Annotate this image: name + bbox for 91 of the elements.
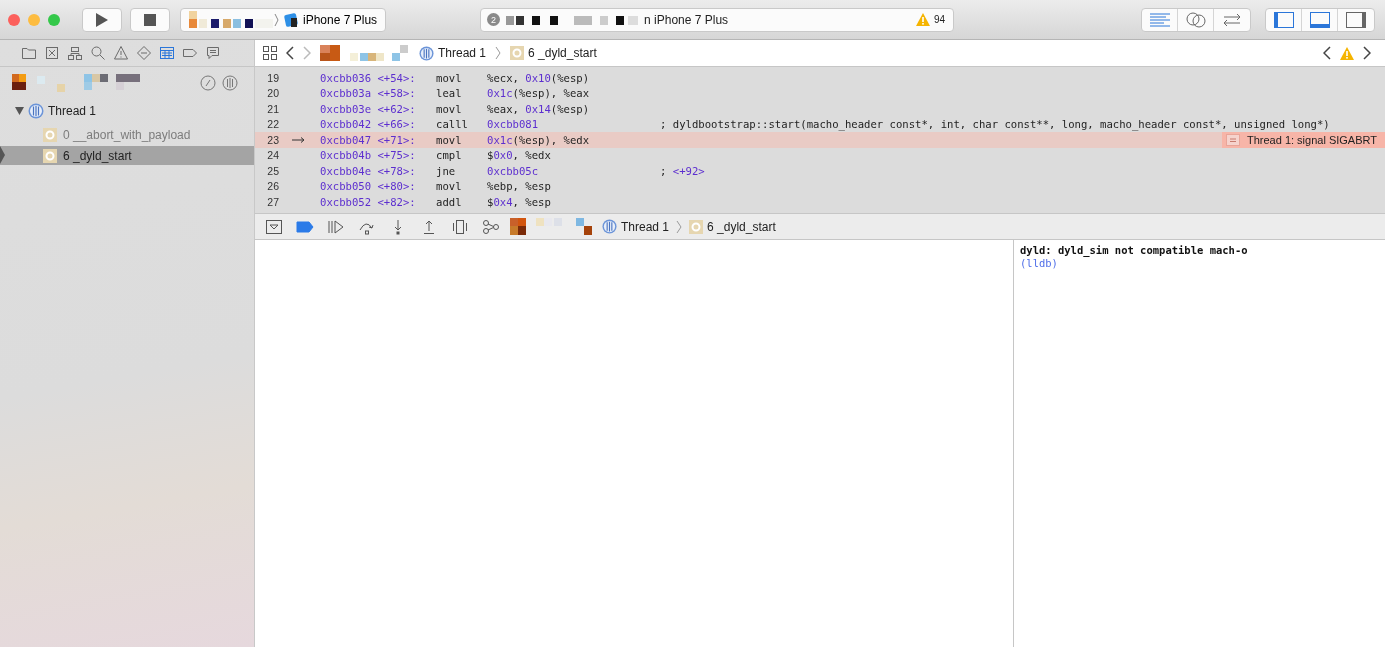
search-navigator-tab[interactable] (89, 44, 107, 62)
line-number: 26 (266, 180, 279, 193)
mnemonic-text: movl (436, 180, 463, 193)
search-icon (90, 45, 106, 61)
address-text: 0xcbb047 <+71>: (320, 133, 417, 146)
comment-text: ; dyldbootstrap::start(macho_header const*, int, char const**, long, macho_header const*, unsigned long*) (660, 118, 1330, 131)
panel-layout-icon (1309, 11, 1330, 28)
thread-icon (419, 45, 434, 61)
line-number: 27 (266, 195, 279, 208)
console-output: dyld: dyld_sim not compatible mach-o (1020, 244, 1249, 257)
address-text: 0xcbb03a <+58>: (320, 87, 417, 100)
mnemonic-text: cmpl (436, 149, 463, 162)
issue-icon (1225, 133, 1240, 146)
thread-breadcrumb[interactable]: Thread 1 (419, 45, 487, 61)
current-frame-pointer-icon (0, 146, 5, 164)
comment-text: ; <+92> (660, 164, 705, 177)
mnemonic-text: movl (436, 71, 463, 84)
frame-icon (43, 148, 57, 163)
disclosure-triangle-icon[interactable] (15, 107, 24, 115)
frame-icon (43, 127, 57, 142)
address-text: 0xcbb03e <+62>: (320, 102, 417, 115)
related-items-icon[interactable] (263, 46, 277, 60)
address-text: 0xcbb04b <+75>: (320, 149, 417, 162)
thread-breadcrumb[interactable]: Thread 1 (602, 219, 670, 234)
warning-icon (113, 45, 129, 61)
device-icon (283, 11, 299, 28)
operands-text: %ebp, %esp (487, 180, 552, 193)
operands-text: 0x1c(%esp), %eax (487, 87, 591, 100)
stop-icon (144, 13, 156, 26)
frame-breadcrumb[interactable]: 6 _dyld_start (689, 219, 776, 234)
operands-text: $0x4, %esp (487, 195, 552, 208)
current-instruction-arrow-icon (292, 136, 305, 143)
operands-text: 0xcbb081 (487, 118, 540, 131)
hierarchy-navigator-tab[interactable] (66, 44, 84, 62)
memory-graph-icon (482, 218, 500, 235)
thread-label: Thread 1 (48, 104, 97, 118)
mnemonic-text: jne (436, 164, 457, 177)
line-number: 24 (266, 149, 279, 162)
line-number: 23 (266, 133, 279, 146)
chevron-icon (495, 46, 502, 60)
continue-icon (327, 218, 345, 235)
line-number: 21 (266, 102, 279, 115)
operands-text: $0x0, %edx (487, 149, 552, 162)
operands-text: %eax, 0x14(%esp) (487, 102, 591, 115)
warning-navigator-tab[interactable] (112, 44, 130, 62)
thread-icon (602, 219, 617, 234)
previous-issue-icon[interactable] (1323, 46, 1331, 60)
chevron-icon (676, 219, 683, 234)
two-arrows-icon (1222, 12, 1242, 27)
frame-icon (510, 46, 525, 60)
frame-icon (689, 219, 704, 234)
mnemonic-text: movl (436, 133, 463, 146)
thread-icon[interactable] (222, 75, 238, 91)
mnemonic-text: movl (436, 102, 463, 115)
line-number: 20 (266, 87, 279, 100)
address-text: 0xcbb042 <+66>: (320, 118, 417, 131)
thread-icon (28, 103, 44, 119)
line-number: 22 (266, 118, 279, 131)
warning-icon (915, 13, 930, 26)
activity-view: 2 n iPhone 7 Plus 94 (480, 7, 955, 32)
line-number: 19 (266, 71, 279, 84)
run-button[interactable] (82, 7, 122, 32)
frame-breadcrumb[interactable]: 6 _dyld_start (510, 46, 597, 60)
operands-text: 0xcbb05c (487, 164, 540, 177)
panel-layout-icon (1346, 11, 1366, 28)
panel-layout-icon (1273, 11, 1294, 28)
operands-text: 0x1c(%esp), %edx (487, 133, 591, 146)
breakpoint-icon (296, 218, 314, 235)
gauge-icon[interactable] (200, 75, 216, 91)
operands-text: %ecx, 0x10(%esp) (487, 71, 591, 84)
close-button[interactable] (8, 13, 20, 26)
stop-button[interactable] (130, 7, 170, 32)
lldb-prompt: (lldb) (1020, 257, 1059, 270)
overlapping-circles-icon (1185, 11, 1206, 28)
error-annotation: Thread 1: signal SIGABRT (1221, 132, 1385, 148)
line-number: 25 (266, 164, 279, 177)
address-text: 0xcbb050 <+80>: (320, 180, 417, 193)
address-text: 0xcbb04e <+78>: (320, 164, 417, 177)
stack-frame-item[interactable]: 6 _dyld_start (0, 146, 254, 165)
mnemonic-text: leal (436, 87, 463, 100)
mnemonic-text: calll (436, 118, 469, 131)
scheme-selector[interactable]: iPhone 7 Plus (180, 7, 387, 32)
next-issue-icon[interactable] (1363, 46, 1371, 60)
hierarchy-icon (67, 45, 83, 61)
play-icon (95, 11, 109, 28)
folder-icon (21, 45, 37, 61)
mnemonic-text: addl (436, 195, 463, 208)
hide-debug-icon (265, 218, 283, 235)
lines-icon (1149, 12, 1170, 27)
address-text: 0xcbb036 <+54>: (320, 71, 417, 84)
address-text: 0xcbb052 <+82>: (320, 195, 417, 208)
